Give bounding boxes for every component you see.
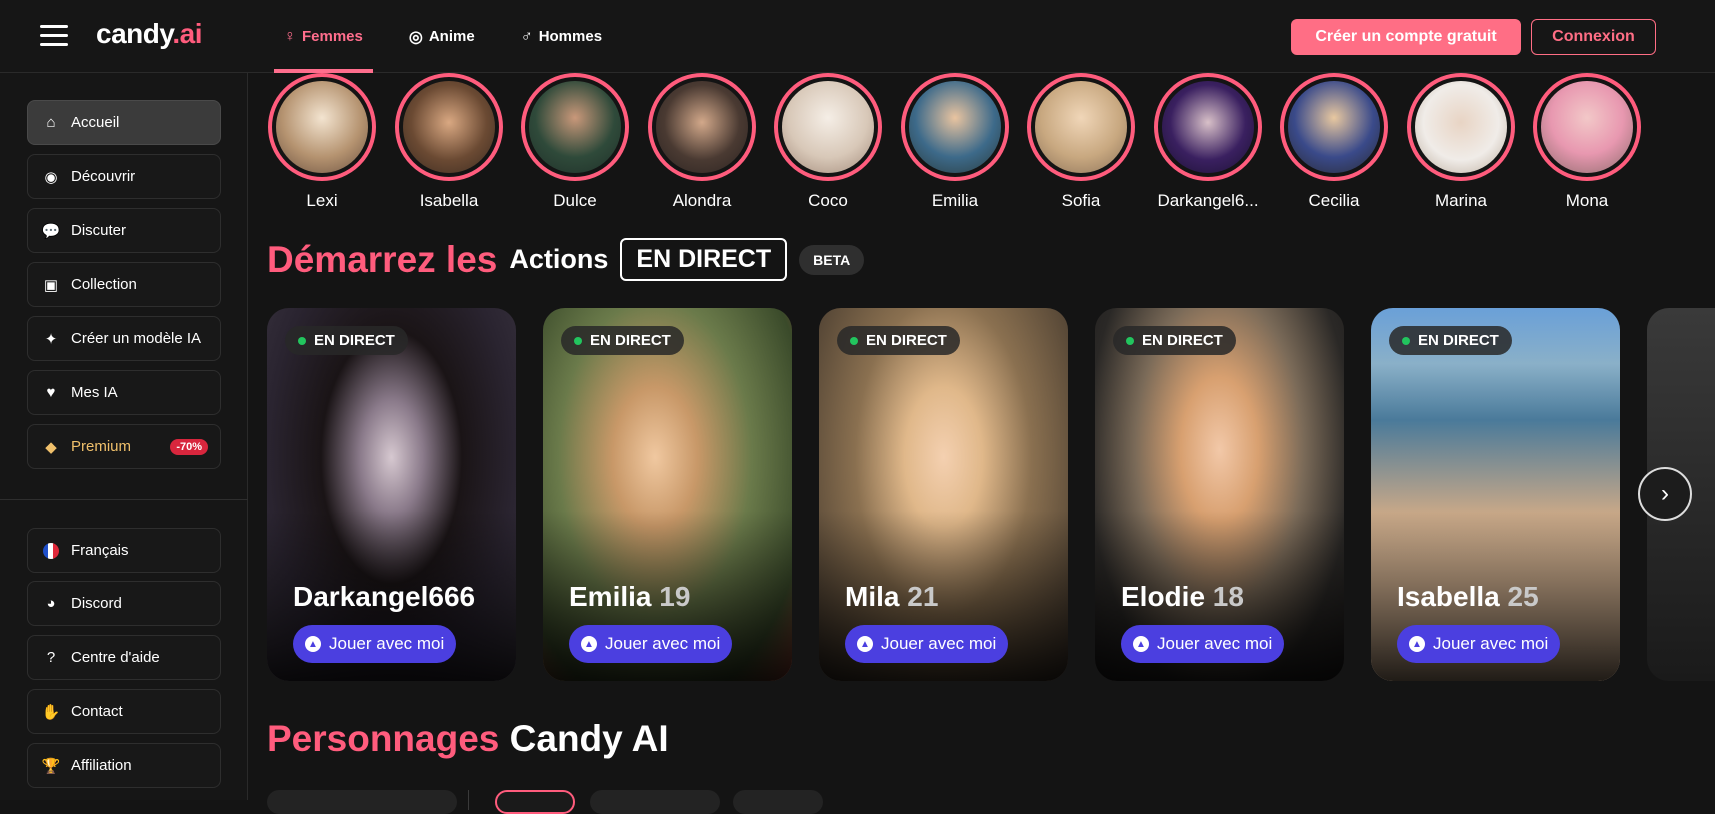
sidebar-item-langue[interactable]: Français <box>27 528 221 573</box>
live-badge: EN DIRECT <box>561 326 684 355</box>
sidebar-item-discord[interactable]: ◕ Discord <box>27 581 221 626</box>
live-card[interactable]: EN DIRECT Emilia 19 ▲ Jouer avec moi <box>543 308 792 681</box>
joystick-icon: ▲ <box>581 636 597 652</box>
heart-icon: ♥ <box>46 384 56 401</box>
sidebar-divider <box>0 499 248 500</box>
chat-icon: 💬 <box>41 222 61 240</box>
male-icon: ♂ <box>520 27 533 45</box>
characters-section-title: Personnages Candy AI <box>267 718 669 759</box>
card-name: Darkangel666 <box>293 581 476 612</box>
nav-anime[interactable]: ◎ Anime <box>399 0 485 73</box>
sidebar-item-accueil[interactable]: ⌂ Accueil <box>27 100 221 145</box>
play-button[interactable]: ▲ Jouer avec moi <box>293 625 457 663</box>
filter-chip[interactable] <box>590 790 720 814</box>
story-item[interactable]: Lexi <box>266 73 378 211</box>
handshake-icon: ✋ <box>41 703 61 721</box>
story-item[interactable]: Coco <box>772 73 884 211</box>
joystick-icon: ▲ <box>305 636 321 652</box>
live-dot-icon <box>574 336 582 345</box>
live-card[interactable]: EN DIRECT Mila 21 ▲ Jouer avec moi <box>819 308 1068 681</box>
sidebar: ⌂ Accueil ◉ Découvrir 💬 Discuter ▣ Collectio… <box>0 73 248 800</box>
discount-badge: -70% <box>170 438 208 455</box>
magic-wand-icon: ✦ <box>44 330 58 348</box>
live-dot-icon <box>1402 336 1410 345</box>
live-badge: EN DIRECT <box>837 326 960 355</box>
sidebar-item-premium[interactable]: ◆ Premium -70% <box>27 424 221 469</box>
beta-badge: BETA <box>799 244 865 275</box>
sidebar-item-contact[interactable]: ✋ Contact <box>27 689 221 734</box>
chip-divider <box>468 790 469 810</box>
joystick-icon: ▲ <box>857 636 873 652</box>
story-item[interactable]: Darkangel6... <box>1152 73 1264 211</box>
story-item[interactable]: Alondra <box>646 73 758 211</box>
help-icon: ? <box>46 649 56 666</box>
sidebar-item-creer[interactable]: ✦ Créer un modèle IA <box>27 316 221 361</box>
story-item[interactable]: Mona <box>1531 73 1643 211</box>
sidebar-item-decouvrir[interactable]: ◉ Découvrir <box>27 154 221 199</box>
french-flag-icon <box>41 541 61 561</box>
sidebar-item-affiliation[interactable]: 🏆 Affiliation <box>27 743 221 788</box>
card-name: Isabella 25 <box>1397 581 1539 612</box>
spiral-icon: ◎ <box>408 28 423 46</box>
story-item[interactable]: Sofia <box>1025 73 1137 211</box>
card-name: Mila 21 <box>845 581 939 612</box>
gallery-icon: ▣ <box>43 276 59 294</box>
live-cards-carousel: EN DIRECT Darkangel666 ▲ Jouer avec moi E… <box>267 308 1715 681</box>
card-name: Elodie 18 <box>1121 581 1244 612</box>
live-card[interactable]: EN DIRECT Isabella 25 ▲ Jouer avec moi <box>1371 308 1620 681</box>
story-item[interactable]: Marina <box>1405 73 1517 211</box>
joystick-icon: ▲ <box>1133 636 1149 652</box>
trophy-icon: 🏆 <box>41 757 61 775</box>
play-button[interactable]: ▲ Jouer avec moi <box>845 625 1009 663</box>
carousel-next-button[interactable]: › <box>1638 467 1692 521</box>
top-bar: candy.ai ♀ Femmes ◎ Anime ♂ Hommes Créer un… <box>0 0 1715 73</box>
login-button[interactable]: Connexion <box>1531 19 1656 55</box>
compass-icon: ◉ <box>44 168 58 186</box>
menu-icon[interactable] <box>40 25 68 47</box>
story-item[interactable]: Dulce <box>519 73 631 211</box>
play-button[interactable]: ▲ Jouer avec moi <box>569 625 733 663</box>
discord-icon: ◕ <box>46 595 56 612</box>
joystick-icon: ▲ <box>1409 636 1425 652</box>
sidebar-item-discuter[interactable]: 💬 Discuter <box>27 208 221 253</box>
category-nav: ♀ Femmes ◎ Anime ♂ Hommes <box>274 0 612 73</box>
filter-chip[interactable] <box>495 790 575 814</box>
sidebar-item-collection[interactable]: ▣ Collection <box>27 262 221 307</box>
live-dot-icon <box>850 336 858 345</box>
live-badge: EN DIRECT <box>1113 326 1236 355</box>
diamond-icon: ◆ <box>45 438 57 456</box>
live-label: EN DIRECT <box>620 238 788 281</box>
story-item[interactable]: Isabella <box>393 73 505 211</box>
live-card[interactable]: EN DIRECT Elodie 18 ▲ Jouer avec moi <box>1095 308 1344 681</box>
sidebar-item-aide[interactable]: ? Centre d'aide <box>27 635 221 680</box>
live-badge: EN DIRECT <box>285 326 408 355</box>
female-icon: ♀ <box>284 27 296 45</box>
filter-chip[interactable] <box>267 790 457 814</box>
nav-femmes[interactable]: ♀ Femmes <box>274 0 373 73</box>
card-name: Emilia 19 <box>569 581 691 612</box>
live-badge: EN DIRECT <box>1389 326 1512 355</box>
chevron-right-icon: › <box>1661 480 1669 507</box>
logo[interactable]: candy.ai <box>96 18 202 50</box>
story-item[interactable]: Cecilia <box>1278 73 1390 211</box>
live-dot-icon <box>1126 336 1134 345</box>
story-item[interactable]: Emilia <box>899 73 1011 211</box>
live-card[interactable]: EN DIRECT Darkangel666 ▲ Jouer avec moi <box>267 308 516 681</box>
sidebar-item-mes-ia[interactable]: ♥ Mes IA <box>27 370 221 415</box>
nav-hommes[interactable]: ♂ Hommes <box>511 0 612 73</box>
live-dot-icon <box>298 336 306 345</box>
stories-row: Lexi Isabella Dulce Alondra Coco Emilia … <box>266 73 1715 213</box>
signup-button[interactable]: Créer un compte gratuit <box>1291 19 1521 55</box>
play-button[interactable]: ▲ Jouer avec moi <box>1121 625 1285 663</box>
filter-chip[interactable] <box>733 790 823 814</box>
play-button[interactable]: ▲ Jouer avec moi <box>1397 625 1561 663</box>
home-icon: ⌂ <box>46 114 56 131</box>
live-section-header: Démarrez les Actions EN DIRECT BETA <box>267 238 865 281</box>
